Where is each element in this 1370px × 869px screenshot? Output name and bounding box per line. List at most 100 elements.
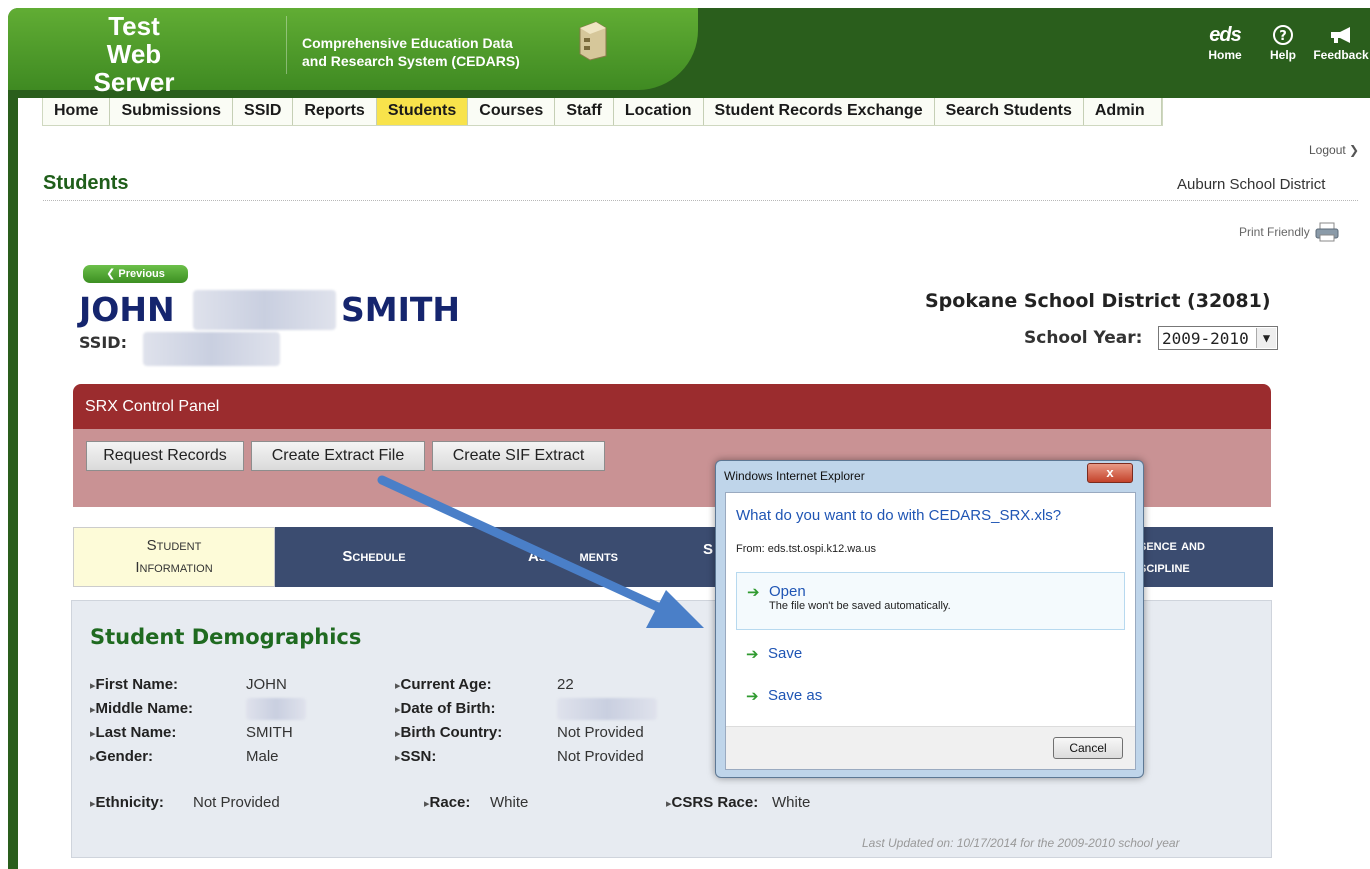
chevron-down-icon: ▼ <box>1256 328 1276 348</box>
nav-courses[interactable]: Courses <box>468 98 556 125</box>
tab-assessments[interactable]: Ass ments <box>473 527 673 587</box>
system-title-line1: Comprehensive Education Data <box>302 35 513 51</box>
student-first-name: JOHN <box>79 290 175 329</box>
arrow-right-icon: ➔ <box>747 584 760 601</box>
gender-value: Male <box>246 748 279 765</box>
title-divider <box>43 200 1358 201</box>
last-name-label: Last Name: <box>90 724 177 741</box>
csrs-race-label: CSRS Race: <box>666 794 759 811</box>
system-title-line2: and Research System (CEDARS) <box>302 53 520 69</box>
system-title: Comprehensive Education Data and Researc… <box>302 34 520 70</box>
page-title: Students <box>43 172 129 194</box>
nav-location[interactable]: Location <box>614 98 704 125</box>
nav-search-students[interactable]: Search Students <box>935 98 1084 125</box>
ssn-value: Not Provided <box>557 748 644 765</box>
arrow-right-icon: ➔ <box>746 646 759 663</box>
first-name-label: First Name: <box>90 676 179 693</box>
school-year-select[interactable]: 2009-2010 ▼ <box>1158 326 1278 350</box>
help-icon: ? <box>1273 25 1293 45</box>
arrow-right-icon: ➔ <box>746 688 759 705</box>
birth-country-label: Birth Country: <box>395 724 503 741</box>
current-age-label: Current Age: <box>395 676 492 693</box>
svg-text:?: ? <box>1279 29 1287 44</box>
app-header: Test Web Server Comprehensive Education … <box>0 0 1370 98</box>
tab-absence-and-discipline[interactable]: sence and scipline <box>1139 527 1273 587</box>
ssn-label: SSN: <box>395 748 437 765</box>
school-year-label: School Year: <box>1024 328 1143 348</box>
print-friendly-label: Print Friendly <box>1239 225 1310 239</box>
nav-staff[interactable]: Staff <box>555 98 614 125</box>
srx-panel-header: SRX Control Panel <box>73 384 1271 429</box>
dialog-source: From: eds.tst.ospi.k12.wa.us <box>736 543 876 555</box>
eds-logo-icon: eds <box>1209 23 1241 46</box>
tab-assessments-part2: ments <box>579 548 619 565</box>
last-updated-note: Last Updated on: 10/17/2014 for the 2009… <box>862 836 1180 850</box>
home-link[interactable]: eds Home <box>1196 22 1254 72</box>
feedback-link-label: Feedback <box>1313 48 1369 62</box>
nav-admin[interactable]: Admin <box>1084 98 1162 125</box>
nav-reports[interactable]: Reports <box>293 98 377 125</box>
previous-label: Previous <box>118 268 165 280</box>
print-friendly-link[interactable]: Print Friendly <box>1239 222 1340 242</box>
request-records-button[interactable]: Request Records <box>86 441 244 471</box>
ethnicity-value: Not Provided <box>193 794 280 811</box>
dialog-title: Windows Internet Explorer <box>724 469 865 483</box>
dialog-cancel-button[interactable]: Cancel <box>1053 737 1123 759</box>
header-divider <box>286 16 287 74</box>
tab-student-information-line2: Information <box>135 559 213 576</box>
ethnicity-label: Ethnicity: <box>90 794 164 811</box>
nav-ssid[interactable]: SSID <box>233 98 294 125</box>
create-extract-file-button[interactable]: Create Extract File <box>251 441 425 471</box>
school-year-value: 2009-2010 <box>1162 328 1249 348</box>
tab-student-information[interactable]: Student Information <box>73 527 275 587</box>
last-name-value: SMITH <box>246 724 293 741</box>
dialog-save-as-option[interactable]: ➔ Save as <box>736 677 1125 713</box>
dialog-save-option[interactable]: ➔ Save <box>736 635 1125 671</box>
open-label: Open <box>769 583 806 600</box>
redacted-middle-name <box>193 290 336 330</box>
birth-country-value: Not Provided <box>557 724 644 741</box>
main-nav: Home Submissions SSID Reports Students C… <box>42 98 1163 126</box>
tab-assessments-part1: Ass <box>527 548 554 565</box>
home-link-label: Home <box>1208 48 1242 62</box>
left-rail <box>8 90 18 869</box>
help-link[interactable]: ? Help <box>1254 22 1312 72</box>
tab-absence-line1: sence and <box>1139 537 1205 554</box>
district-name: Auburn School District <box>1177 176 1326 193</box>
nav-home[interactable]: Home <box>43 98 111 125</box>
dialog-footer: Cancel <box>726 726 1135 769</box>
create-sif-extract-button[interactable]: Create SIF Extract <box>432 441 605 471</box>
nav-student-records-exchange[interactable]: Student Records Exchange <box>704 98 935 125</box>
current-age-value: 22 <box>557 676 574 693</box>
printer-icon <box>1315 222 1339 242</box>
feedback-link[interactable]: Feedback <box>1312 22 1370 72</box>
previous-button[interactable]: ❮ Previous <box>83 265 188 283</box>
logout-link[interactable]: Logout ❯ <box>1309 143 1359 157</box>
logout-label: Logout <box>1309 143 1346 157</box>
top-links: eds Home ? Help Feedback <box>1196 22 1370 72</box>
nav-students[interactable]: Students <box>376 98 469 125</box>
dialog-body: What do you want to do with CEDARS_SRX.x… <box>725 492 1136 770</box>
school-district: Spokane School District (32081) <box>925 290 1271 312</box>
first-name-value: JOHN <box>246 676 287 693</box>
race-value: White <box>490 794 529 811</box>
dialog-close-button[interactable]: x <box>1087 463 1133 483</box>
demographics-title: Student Demographics <box>90 625 362 649</box>
tab-absence-line2: scipline <box>1139 559 1190 576</box>
dialog-open-option[interactable]: ➔ Open The file won't be saved automatic… <box>736 572 1125 630</box>
redacted-ssid <box>143 332 280 366</box>
dialog-question: What do you want to do with CEDARS_SRX.x… <box>736 507 1062 524</box>
cedars-logo-icon <box>579 21 607 61</box>
tab-schedule[interactable]: Schedule <box>275 527 473 587</box>
csrs-race-value: White <box>772 794 811 811</box>
gender-label: Gender: <box>90 748 154 765</box>
save-as-label: Save as <box>768 687 823 704</box>
chevron-left-icon: ❮ <box>106 268 116 280</box>
save-label: Save <box>768 645 803 662</box>
download-dialog: Windows Internet Explorer x What do you … <box>715 460 1144 778</box>
ssid-label: SSID: <box>79 333 127 352</box>
dob-label: Date of Birth: <box>395 700 496 717</box>
tab-student-information-line1: Student <box>146 537 202 554</box>
nav-submissions[interactable]: Submissions <box>110 98 234 125</box>
open-sublabel: The file won't be saved automatically. <box>769 600 951 612</box>
